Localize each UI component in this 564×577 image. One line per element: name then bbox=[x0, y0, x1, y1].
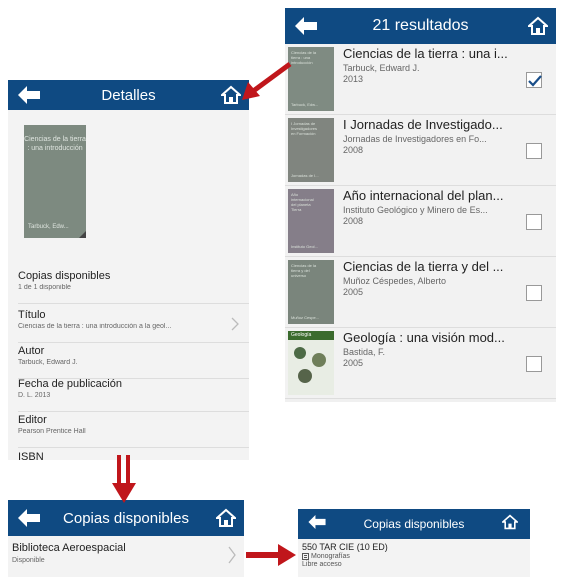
book-icon bbox=[302, 553, 309, 560]
result-year: 2013 bbox=[343, 74, 364, 84]
result-author: Bastida, F. bbox=[343, 347, 386, 357]
results-count-title: 21 resultados bbox=[372, 17, 469, 34]
result-title: Año internacional del plan... bbox=[343, 188, 504, 203]
home-icon[interactable] bbox=[502, 514, 522, 534]
thumb-text: Geología bbox=[288, 331, 334, 340]
field-label: Autor bbox=[18, 345, 45, 357]
result-author: Muñoz Céspedes, Alberto bbox=[343, 276, 447, 286]
result-item[interactable]: Geología Geología : una visión mod... Ba… bbox=[285, 328, 556, 399]
result-year: 2005 bbox=[343, 358, 364, 368]
thumb-image bbox=[294, 347, 306, 359]
select-checkbox[interactable] bbox=[526, 214, 542, 230]
flow-arrow-icon bbox=[246, 544, 296, 566]
result-title: I Jornadas de Investigado... bbox=[343, 117, 503, 132]
thumb-text: en Formación bbox=[291, 131, 316, 136]
chevron-right-icon bbox=[231, 317, 239, 331]
result-item[interactable]: Ciencias de la tierra y del universo Muñ… bbox=[285, 257, 556, 328]
thumb-footer: Muñoz Cespe... bbox=[291, 315, 320, 320]
thumb-footer: Tarbuck, Edw... bbox=[291, 102, 319, 107]
thumb-text: introducción bbox=[291, 60, 313, 65]
select-checkbox[interactable] bbox=[526, 285, 542, 301]
field-value: 1 de 1 disponible bbox=[18, 284, 71, 291]
copy-info: 550 TAR CIE (10 ED) Monografías Libre ac… bbox=[302, 542, 388, 568]
access-label: Libre acceso bbox=[302, 561, 342, 568]
book-thumbnail: Ciencias de la tierra y del universo Muñ… bbox=[288, 260, 334, 324]
select-checkbox[interactable] bbox=[526, 356, 542, 372]
cover-corner bbox=[79, 231, 86, 238]
thumb-text: Tierra bbox=[291, 207, 302, 212]
thumb-image bbox=[312, 353, 326, 367]
cover-title: Ciencias de la tierra : una introducción bbox=[24, 136, 86, 152]
book-cover: Ciencias de la tierra : una introducción… bbox=[24, 125, 86, 238]
field-value: Pearson Prentice Hall bbox=[18, 428, 86, 435]
cover-author: Tarbuck, Edw... bbox=[28, 224, 69, 230]
result-item[interactable]: Año internacional del planeta Tierra Ins… bbox=[285, 186, 556, 257]
field-label: Fecha de publicación bbox=[18, 378, 122, 390]
copias-title: Copias disponibles bbox=[363, 517, 465, 531]
result-author: Instituto Geológico y Minero de Es... bbox=[343, 205, 488, 215]
field-label: Copias disponibles bbox=[18, 270, 111, 282]
field-titulo[interactable]: Título Ciencias de la tierra : una intro… bbox=[18, 309, 249, 343]
book-thumbnail: Año internacional del planeta Tierra Ins… bbox=[288, 189, 334, 253]
copias-screen: Copias disponibles Biblioteca Aeroespaci… bbox=[8, 500, 244, 577]
field-value: D. L. 2013 bbox=[18, 392, 51, 399]
select-checkbox[interactable] bbox=[526, 143, 542, 159]
library-status: Disponible bbox=[12, 557, 45, 564]
field-editor[interactable]: Editor Pearson Prentice Hall bbox=[18, 414, 249, 448]
result-year: 2008 bbox=[343, 145, 364, 155]
thumb-footer: Instituto Geol... bbox=[291, 244, 318, 249]
copia-detail-screen: Copias disponibles 550 TAR CIE (10 ED) M… bbox=[298, 509, 530, 577]
result-item[interactable]: Ciencias de la tierra : una introducción… bbox=[285, 44, 556, 115]
results-header: 21 resultados bbox=[285, 8, 556, 44]
back-arrow-icon[interactable] bbox=[18, 509, 40, 527]
result-author: Jornadas de Investigadores en Fo... bbox=[343, 134, 487, 144]
copias-header: Copias disponibles bbox=[298, 509, 530, 539]
details-screen: Detalles Ciencias de la tierra : una int… bbox=[8, 80, 249, 460]
copias-header: Copias disponibles bbox=[8, 500, 244, 536]
copias-title: Copias disponibles bbox=[63, 509, 189, 527]
thumb-image bbox=[298, 369, 312, 383]
library-name: Biblioteca Aeroespacial bbox=[12, 542, 126, 554]
thumb-text: universo bbox=[291, 273, 307, 278]
field-autor[interactable]: Autor Tarbuck, Edward J. bbox=[18, 345, 249, 379]
field-copias[interactable]: Copias disponibles 1 de 1 disponible bbox=[18, 270, 249, 304]
result-year: 2008 bbox=[343, 216, 364, 226]
result-title: Ciencias de la tierra y del ... bbox=[343, 259, 504, 274]
details-title: Detalles bbox=[101, 86, 156, 104]
result-year: 2005 bbox=[343, 287, 364, 297]
home-icon[interactable] bbox=[216, 508, 236, 528]
library-row[interactable]: Biblioteca Aeroespacial Disponible bbox=[12, 542, 244, 576]
field-value: Tarbuck, Edward J. bbox=[18, 359, 78, 366]
flow-arrow-icon bbox=[242, 61, 292, 100]
back-arrow-icon[interactable] bbox=[18, 86, 40, 104]
field-value: Ciencias de la tierra : una introducción… bbox=[18, 323, 172, 330]
flow-arrow-icon bbox=[112, 455, 136, 503]
field-label: Título bbox=[18, 309, 46, 321]
back-arrow-icon[interactable] bbox=[295, 17, 317, 35]
book-thumbnail: Geología bbox=[288, 331, 334, 395]
item-type-label: Monografías bbox=[311, 553, 350, 560]
result-title: Ciencias de la tierra : una i... bbox=[343, 46, 508, 61]
call-number: 550 TAR CIE (10 ED) bbox=[302, 542, 388, 552]
select-checkbox[interactable] bbox=[526, 72, 542, 88]
book-thumbnail: I Jornadas de Investigadores en Formació… bbox=[288, 118, 334, 182]
result-title: Geología : una visión mod... bbox=[343, 330, 505, 345]
chevron-right-icon bbox=[228, 546, 236, 564]
item-type: Monografías bbox=[302, 553, 388, 560]
result-author: Tarbuck, Edward J. bbox=[343, 63, 420, 73]
field-label: Editor bbox=[18, 414, 47, 426]
back-arrow-icon[interactable] bbox=[308, 515, 330, 533]
results-screen: 21 resultados Ciencias de la tierra : un… bbox=[285, 8, 556, 402]
result-item[interactable]: I Jornadas de Investigadores en Formació… bbox=[285, 115, 556, 186]
field-fecha[interactable]: Fecha de publicación D. L. 2013 bbox=[18, 378, 249, 412]
details-header: Detalles bbox=[8, 80, 249, 110]
book-thumbnail: Ciencias de la tierra : una introducción… bbox=[288, 47, 334, 111]
home-icon[interactable] bbox=[528, 16, 548, 36]
thumb-footer: Jornadas de I... bbox=[291, 173, 319, 178]
